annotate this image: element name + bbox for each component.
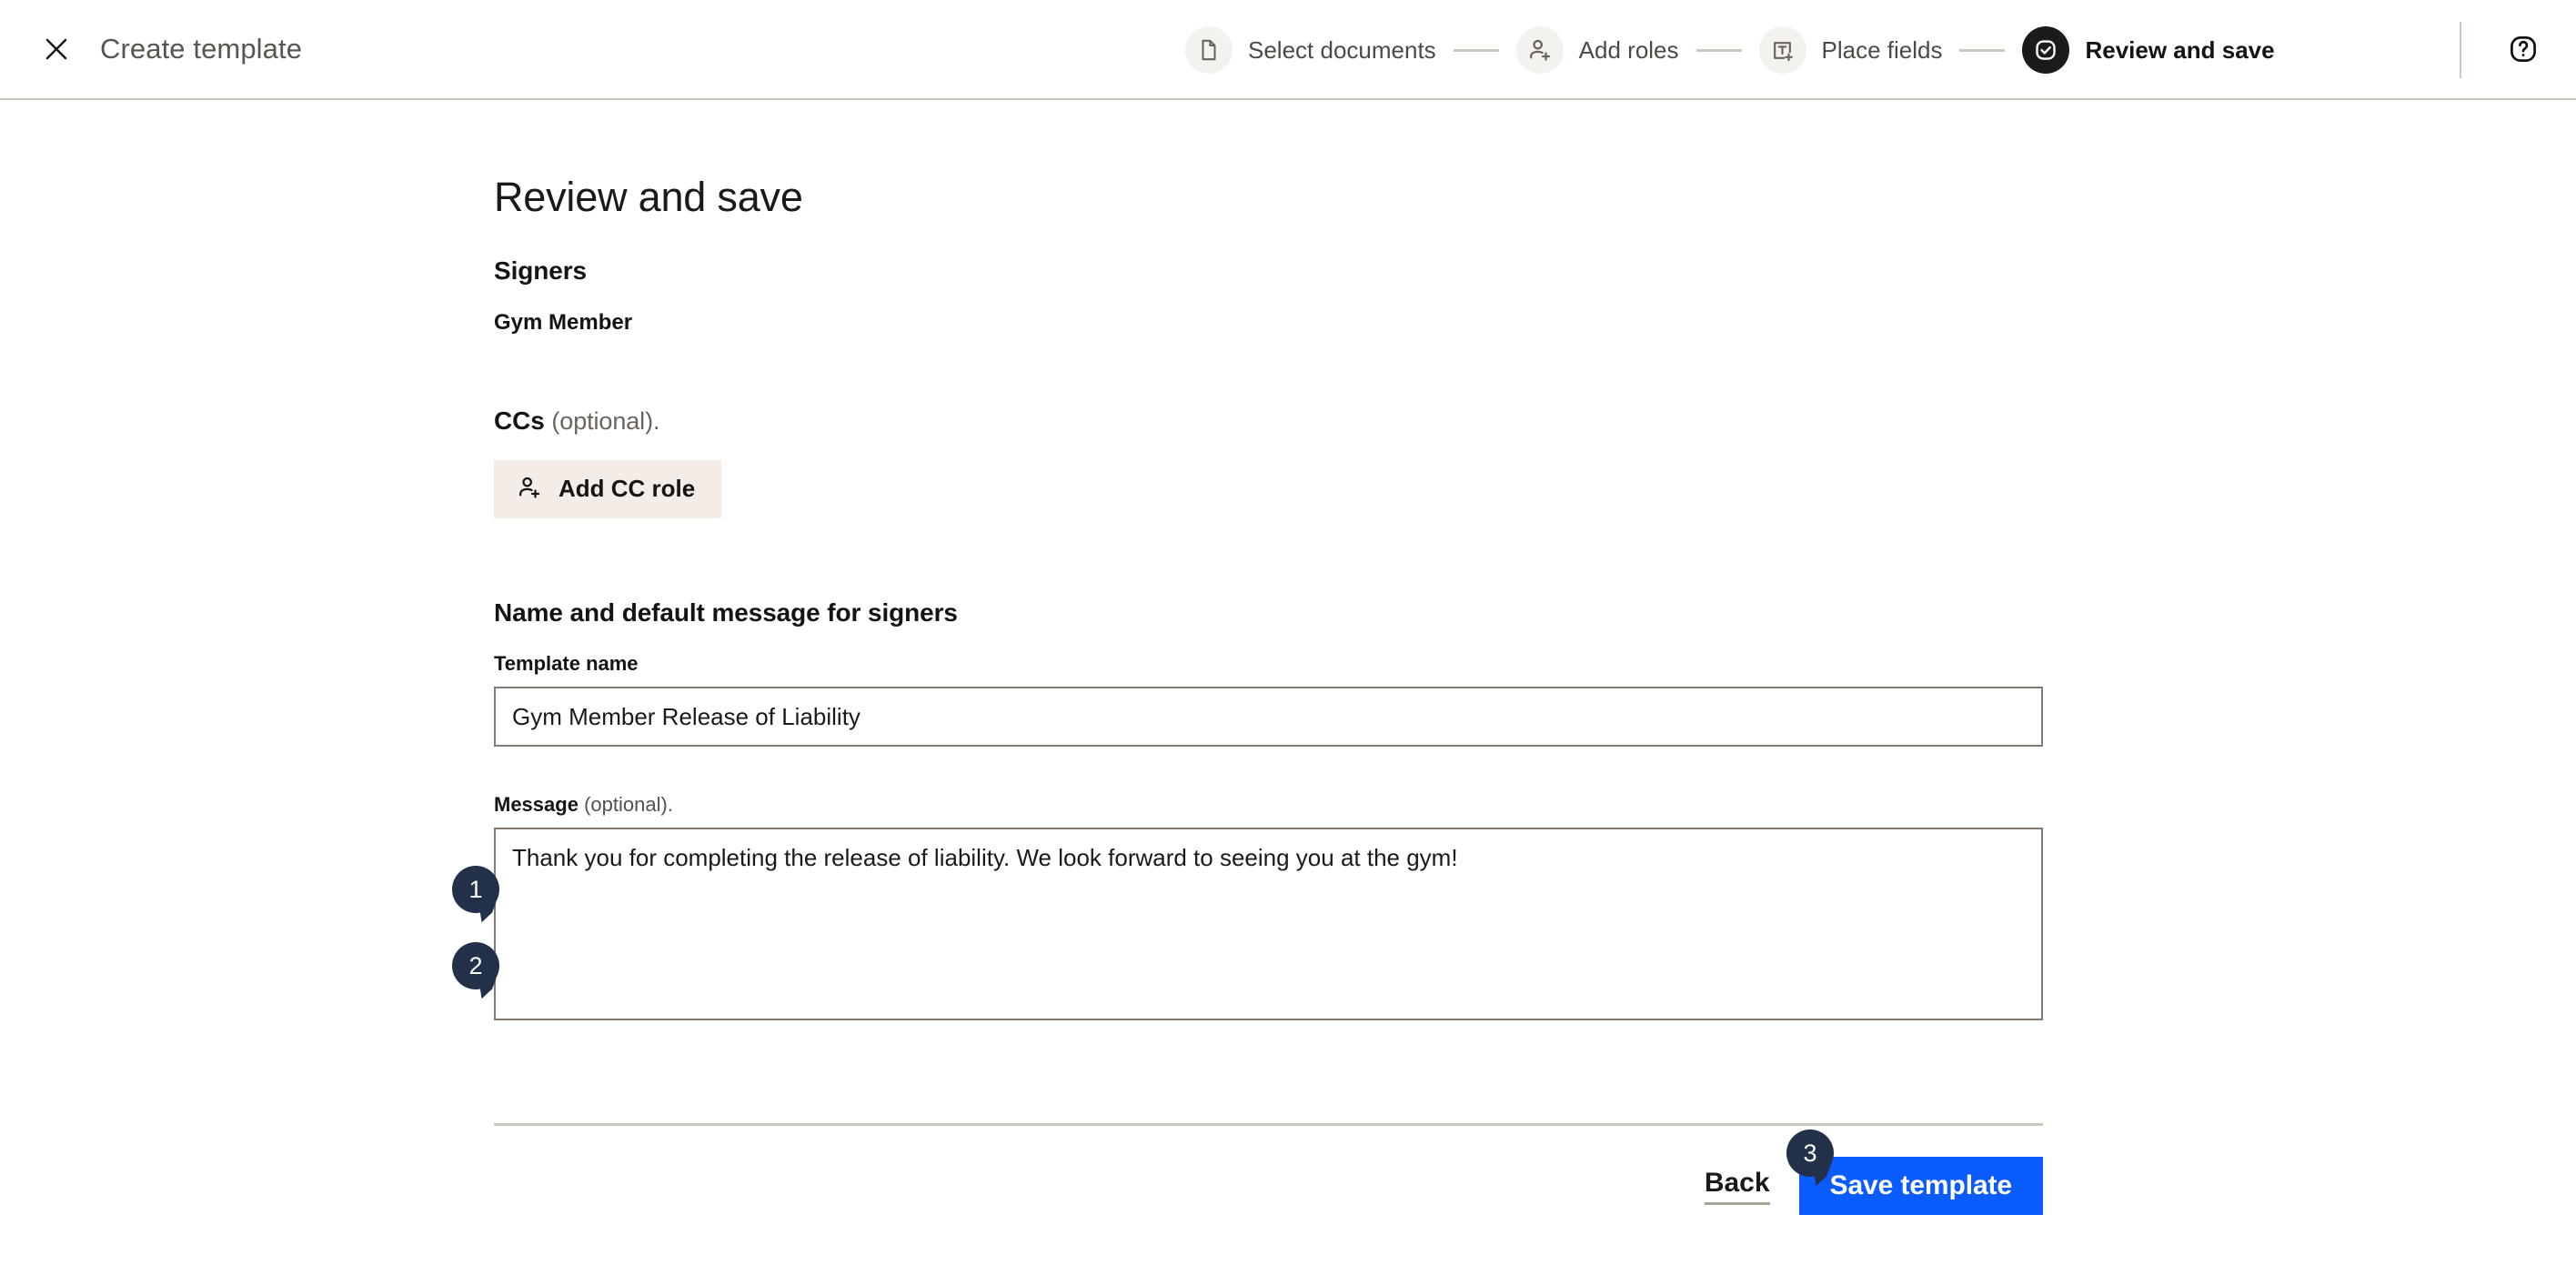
message-label: Message (optional).: [494, 793, 2043, 817]
marker-bubble: 2: [452, 942, 499, 989]
marker-number: 1: [468, 875, 483, 903]
name-message-section: Name and default message for signers Tem…: [494, 598, 2043, 1025]
step-connector-3: [1959, 48, 2006, 52]
ccs-optional-text: (optional).: [551, 407, 660, 435]
back-button[interactable]: Back: [1704, 1168, 1770, 1205]
ccs-section: CCs (optional). Add CC role: [494, 407, 2043, 518]
step-marker-1: 1: [452, 866, 499, 923]
signers-heading: Signers: [494, 256, 588, 285]
template-name-field: Template name: [494, 652, 2043, 747]
name-message-heading: Name and default message for signers: [494, 598, 958, 627]
help-button[interactable]: [2501, 28, 2545, 72]
step-connector-1: [1453, 48, 1499, 52]
header-vertical-divider: [2460, 22, 2461, 78]
step-review-and-save[interactable]: Review and save: [2022, 26, 2275, 74]
person-add-icon: [1515, 26, 1564, 74]
signer-role-item: Gym Member: [494, 310, 633, 335]
marker-bubble: 1: [452, 866, 499, 913]
template-name-input[interactable]: [494, 687, 2043, 747]
app-header: Create template Select documents Add rol…: [0, 0, 2576, 100]
step-add-roles[interactable]: Add roles: [1515, 26, 1679, 74]
header-right-group: [2460, 0, 2545, 100]
close-icon: [43, 35, 70, 63]
step-label-review-and-save: Review and save: [2085, 35, 2275, 64]
app-title: Create template: [100, 33, 303, 65]
step-label-place-fields: Place fields: [1821, 35, 1943, 64]
help-circle-icon: [2507, 33, 2540, 68]
save-template-button[interactable]: Save template: [1798, 1157, 2043, 1215]
wizard-stepper: Select documents Add roles Place fields …: [1185, 0, 2275, 100]
header-left-group: Create template: [0, 29, 302, 69]
add-cc-role-button[interactable]: Add CC role: [494, 460, 722, 518]
step-label-select-documents: Select documents: [1248, 35, 1436, 64]
message-field: Message (optional).: [494, 793, 2043, 1025]
marker-number: 2: [468, 951, 483, 979]
template-name-label: Template name: [494, 652, 639, 675]
main-content: Review and save Signers Gym Member CCs (…: [0, 100, 2576, 1215]
message-label-text: Message: [494, 793, 579, 816]
ccs-heading-text: CCs: [494, 407, 545, 435]
add-cc-role-label: Add CC role: [558, 475, 696, 502]
document-icon: [1185, 26, 1233, 74]
step-select-documents[interactable]: Select documents: [1185, 26, 1436, 74]
step-connector-2: [1696, 48, 1742, 52]
step-label-add-roles: Add roles: [1578, 35, 1679, 64]
message-optional-text: (optional).: [584, 793, 673, 816]
person-add-icon: [517, 475, 542, 503]
review-save-panel: Review and save Signers Gym Member CCs (…: [452, 174, 2043, 1215]
footer-actions: Back Save template 3: [494, 1129, 2043, 1215]
message-textarea[interactable]: [494, 828, 2043, 1020]
ccs-heading: CCs (optional).: [494, 407, 2043, 436]
step-place-fields[interactable]: Place fields: [1758, 26, 1943, 74]
footer-divider: [494, 1123, 2043, 1126]
text-field-add-icon: [1758, 26, 1806, 74]
page-title: Review and save: [494, 174, 803, 220]
signers-section: Signers Gym Member: [494, 256, 2043, 336]
close-button[interactable]: [36, 29, 76, 69]
check-circle-icon: [2022, 26, 2070, 74]
step-marker-2: 2: [452, 942, 499, 999]
